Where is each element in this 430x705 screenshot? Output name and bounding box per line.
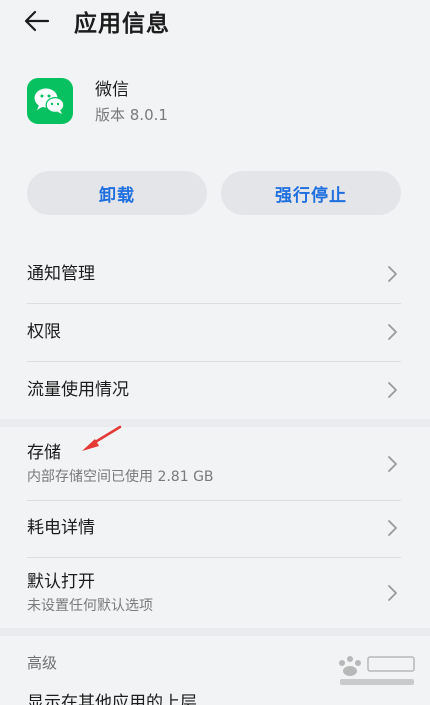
row-subtitle: 未设置任何默认选项 xyxy=(27,598,153,614)
row-text: 显示在其他应用的上层 xyxy=(27,692,197,705)
row-title: 显示在其他应用的上层 xyxy=(27,693,197,705)
force-stop-button[interactable]: 强行停止 xyxy=(221,171,401,215)
chevron-right-icon xyxy=(388,324,397,340)
red-arrow-annotation-icon xyxy=(82,425,122,451)
row-text: 耗电详情 xyxy=(27,517,95,539)
section-label-advanced: 高级 xyxy=(27,654,58,672)
row-text: 权限 xyxy=(27,321,61,343)
row-text: 流量使用情况 xyxy=(27,379,129,401)
app-name: 微信 xyxy=(95,79,129,100)
row-title: 流量使用情况 xyxy=(27,380,129,400)
settings-item-default-open[interactable]: 默认打开 未设置任何默认选项 xyxy=(27,563,401,623)
divider xyxy=(27,303,401,304)
row-text: 通知管理 xyxy=(27,263,95,285)
settings-item-overlay[interactable]: 显示在其他应用的上层 xyxy=(27,692,401,705)
settings-item-permissions[interactable]: 权限 xyxy=(27,310,401,354)
settings-item-notifications[interactable]: 通知管理 xyxy=(27,252,401,296)
row-subtitle: 内部存储空间已使用 2.81 GB xyxy=(27,469,214,485)
row-title: 权限 xyxy=(27,322,61,342)
row-title: 通知管理 xyxy=(27,264,95,284)
header: 应用信息 xyxy=(0,0,430,42)
chevron-right-icon xyxy=(388,585,397,601)
chevron-right-icon xyxy=(388,456,397,472)
row-text: 默认打开 未设置任何默认选项 xyxy=(27,571,153,615)
section-gap xyxy=(0,628,430,636)
chevron-right-icon xyxy=(388,520,397,536)
settings-item-data-usage[interactable]: 流量使用情况 xyxy=(27,368,401,412)
settings-item-battery[interactable]: 耗电详情 xyxy=(27,506,401,550)
chevron-right-icon xyxy=(388,382,397,398)
row-title: 默认打开 xyxy=(27,572,95,592)
app-info-screen: 应用信息 微信 版本 8.0.1 卸载 强行停止 通知管理 权限 流量使用情况 … xyxy=(0,0,430,705)
arrow-left-icon xyxy=(24,10,50,32)
app-summary: 微信 版本 8.0.1 xyxy=(27,78,168,124)
divider xyxy=(27,557,401,558)
divider xyxy=(27,361,401,362)
app-text: 微信 版本 8.0.1 xyxy=(95,79,168,124)
section-gap xyxy=(0,419,430,427)
baidu-jingyan-watermark-icon xyxy=(339,656,415,685)
wechat-logo-icon xyxy=(27,78,73,124)
divider xyxy=(27,500,401,501)
app-version: 版本 8.0.1 xyxy=(95,105,168,124)
row-title: 耗电详情 xyxy=(27,518,95,538)
page-title: 应用信息 xyxy=(74,11,170,37)
action-buttons: 卸载 强行停止 xyxy=(27,171,401,215)
chevron-right-icon xyxy=(388,266,397,282)
back-button[interactable] xyxy=(22,6,52,36)
uninstall-button[interactable]: 卸载 xyxy=(27,171,207,215)
